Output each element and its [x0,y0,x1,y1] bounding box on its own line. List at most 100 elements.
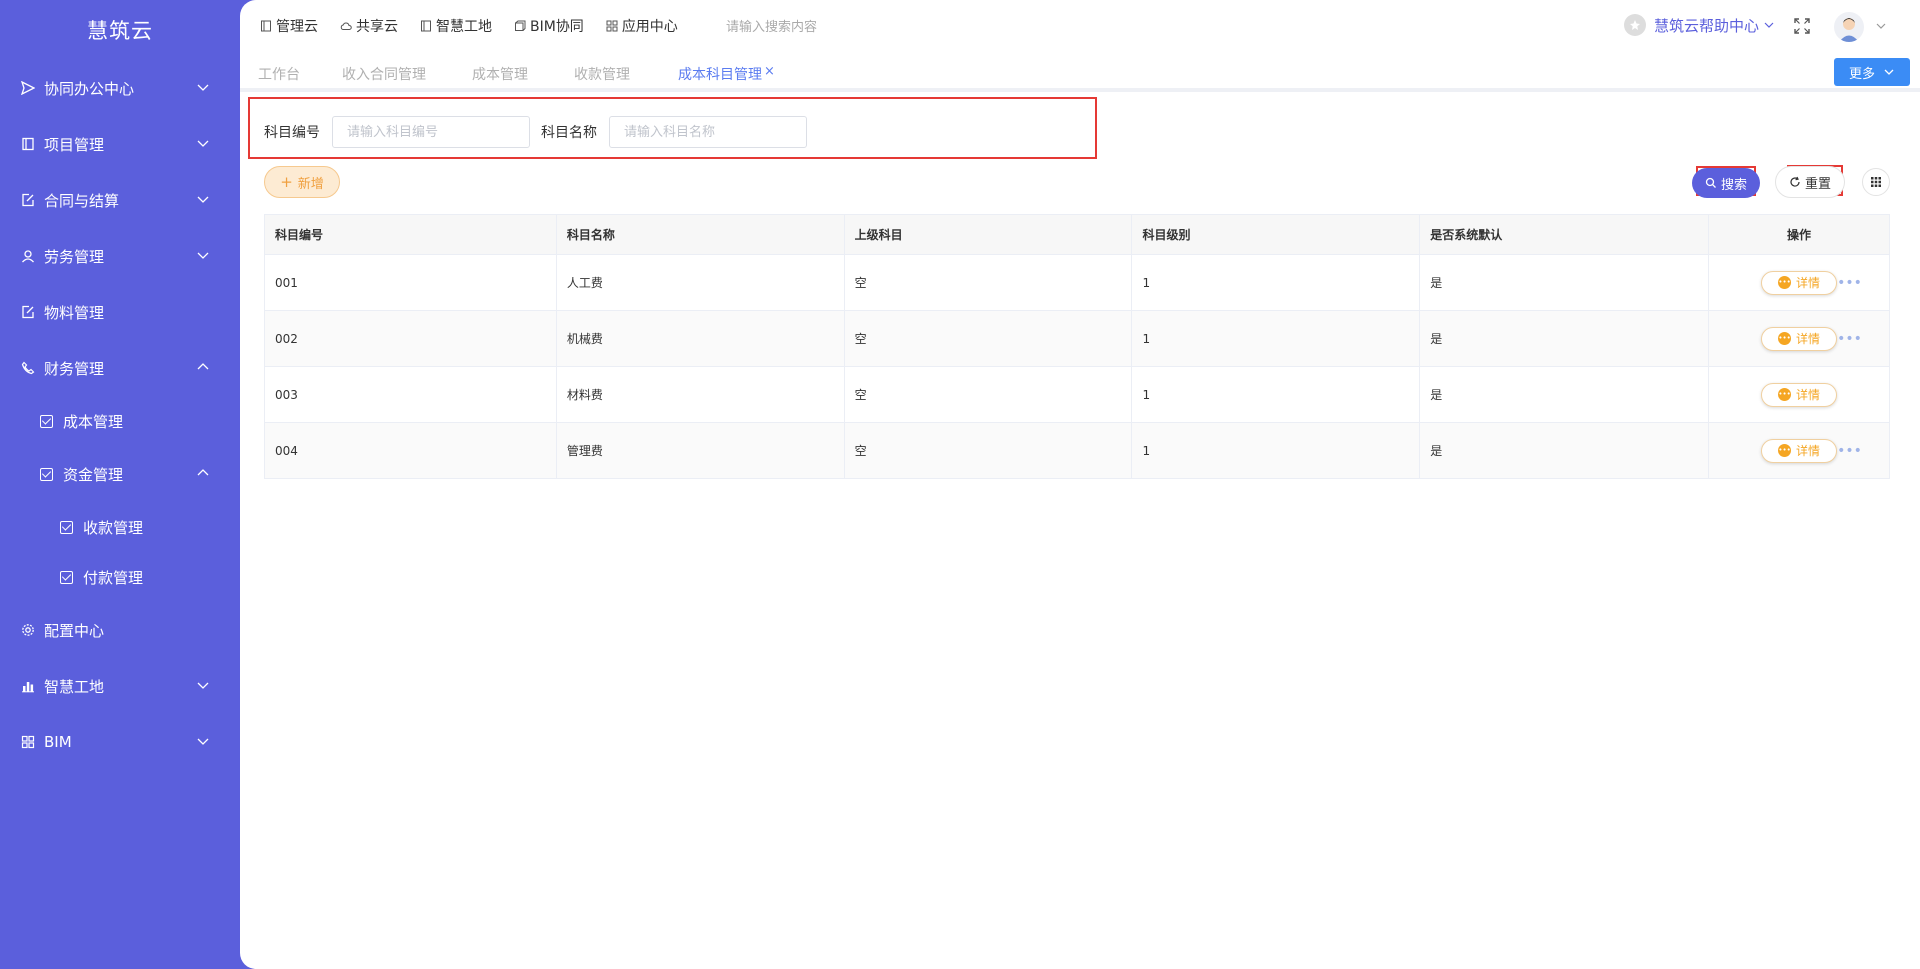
table-cell: 材料费 [555,366,845,423]
help-center-label: 慧筑云帮助中心 [1654,16,1760,35]
table-cell: 001 [264,254,557,311]
subject-name-label: 科目名称 [541,125,597,141]
table-cell: 004 [264,422,557,479]
user-avatar-icon [1839,18,1859,42]
more-actions-icon[interactable]: ••• [1837,443,1862,459]
table-cell: 002 [264,310,557,367]
checkbox-icon [60,520,73,534]
table-cell: 管理费 [555,422,845,479]
tab-income-contracts[interactable]: 收入合同管理 [342,64,426,84]
top-link-management-cloud[interactable]: 管理云 [260,16,318,36]
column-header: 科目名称 [555,214,845,255]
checkbox-icon [40,467,53,481]
send-icon [20,80,36,96]
checkbox-icon [40,414,53,428]
sidebar-item-cost[interactable]: 成本管理 [0,401,240,441]
sidebar-item-label: 资金管理 [63,465,124,484]
search-button[interactable]: 搜索 [1692,168,1760,198]
sidebar-item-label: 财务管理 [44,359,105,378]
table-cell: 是 [1419,366,1710,423]
sidebar-item-finance[interactable]: 财务管理 [0,348,240,388]
detail-button[interactable]: ••• 详情 [1761,382,1838,407]
more-tabs-button[interactable]: 更多 [1834,58,1910,86]
table-cell: 1 [1131,254,1421,311]
detail-button[interactable]: ••• 详情 [1761,326,1838,351]
ellipsis-icon: ••• [1778,388,1792,401]
table-actions-cell: ••• 详情 ••• [1708,310,1890,367]
chevron-down-icon[interactable] [1875,20,1887,32]
bar-chart-icon [20,678,36,694]
table-cell: 是 [1419,254,1710,311]
top-link-label: BIM协同 [530,19,584,35]
chevron-down-icon [1764,22,1774,28]
column-settings-button[interactable] [1862,168,1890,196]
sidebar-item-label: BIM [44,733,72,751]
book-icon [421,20,431,32]
table-row: 001 人工费 空 1 是 ••• 详情 ••• [264,254,1890,311]
sidebar-item-label: 劳务管理 [44,247,105,266]
top-link-label: 应用中心 [621,19,678,35]
top-link-app-center[interactable]: 应用中心 [606,16,678,36]
book-icon [20,136,36,152]
tab-cost-subject-management[interactable]: 成本科目管理 [678,64,762,84]
grid-icon [606,20,618,32]
sidebar-item-contract[interactable]: 合同与结算 [0,180,240,220]
tab-cost-management[interactable]: 成本管理 [472,64,528,84]
sidebar-item-smart-site[interactable]: 智慧工地 [0,666,240,706]
chevron-up-icon [197,469,209,476]
brand-logo: 慧筑云 [87,19,153,43]
chevron-down-icon [1884,69,1894,75]
subject-name-input[interactable] [609,116,807,148]
tab-receipt-management[interactable]: 收款管理 [574,64,630,84]
sidebar-item-bim[interactable]: BIM [0,722,240,762]
chevron-down-icon [197,84,209,91]
sidebar-item-label: 收款管理 [83,518,144,537]
detail-button-label: 详情 [1796,332,1821,346]
chevron-down-icon [197,140,209,147]
more-actions-icon[interactable]: ••• [1837,275,1862,291]
cloud-icon [340,22,352,30]
top-link-label: 管理云 [276,19,318,35]
top-link-bim[interactable]: BIM协同 [514,16,584,36]
help-center-menu[interactable]: 慧筑云帮助中心 [1624,14,1775,36]
close-tab-icon[interactable]: × [764,64,775,79]
fullscreen-icon[interactable] [1793,17,1811,35]
sidebar-item-funds[interactable]: 资金管理 [0,454,240,494]
column-header: 上级科目 [843,214,1133,255]
main-panel: 管理云 共享云 智慧工地 BIM协同 应用中心 请输入搜索内容 慧筑云帮助中心 [240,0,1920,969]
sidebar-item-label: 合同与结算 [44,191,120,210]
gear-icon [20,622,36,638]
sidebar-item-project[interactable]: 项目管理 [0,124,240,164]
reset-button[interactable]: 重置 [1775,166,1845,198]
edit-doc-icon [20,304,36,320]
detail-button[interactable]: ••• 详情 [1761,270,1838,295]
table-cell: 是 [1419,310,1710,367]
add-button[interactable]: + 新增 [264,166,340,198]
more-tabs-label: 更多 [1848,66,1875,82]
detail-button[interactable]: ••• 详情 [1761,438,1838,463]
help-avatar-icon [1624,14,1646,36]
subject-code-label: 科目编号 [264,125,320,141]
user-avatar[interactable] [1834,12,1864,42]
more-actions-icon[interactable]: ••• [1837,331,1862,347]
sidebar-item-labor[interactable]: 劳务管理 [0,236,240,276]
sidebar-item-payments[interactable]: 付款管理 [0,557,240,597]
table-cell: 空 [843,422,1133,479]
sidebar-item-config[interactable]: 配置中心 [0,610,240,650]
sidebar-item-receipts[interactable]: 收款管理 [0,507,240,547]
top-nav: 管理云 共享云 智慧工地 BIM协同 应用中心 请输入搜索内容 慧筑云帮助中心 [240,0,1920,52]
top-link-shared-cloud[interactable]: 共享云 [340,16,398,36]
subject-code-input[interactable] [332,116,530,148]
top-link-smart-site[interactable]: 智慧工地 [420,16,492,36]
sidebar-item-label: 物料管理 [44,303,105,322]
sidebar-item-material[interactable]: 物料管理 [0,292,240,332]
column-header: 是否系统默认 [1419,214,1710,255]
tab-workbench[interactable]: 工作台 [258,64,300,84]
grid-icon [1871,177,1881,187]
global-search-input[interactable]: 请输入搜索内容 [726,16,817,35]
table-row: 004 管理费 空 1 是 ••• 详情 ••• [264,422,1890,479]
cube-icon [515,20,526,31]
add-button-label: 新增 [297,176,324,192]
sidebar-item-collab-office[interactable]: 协同办公中心 [0,68,240,108]
top-link-label: 智慧工地 [436,19,492,35]
